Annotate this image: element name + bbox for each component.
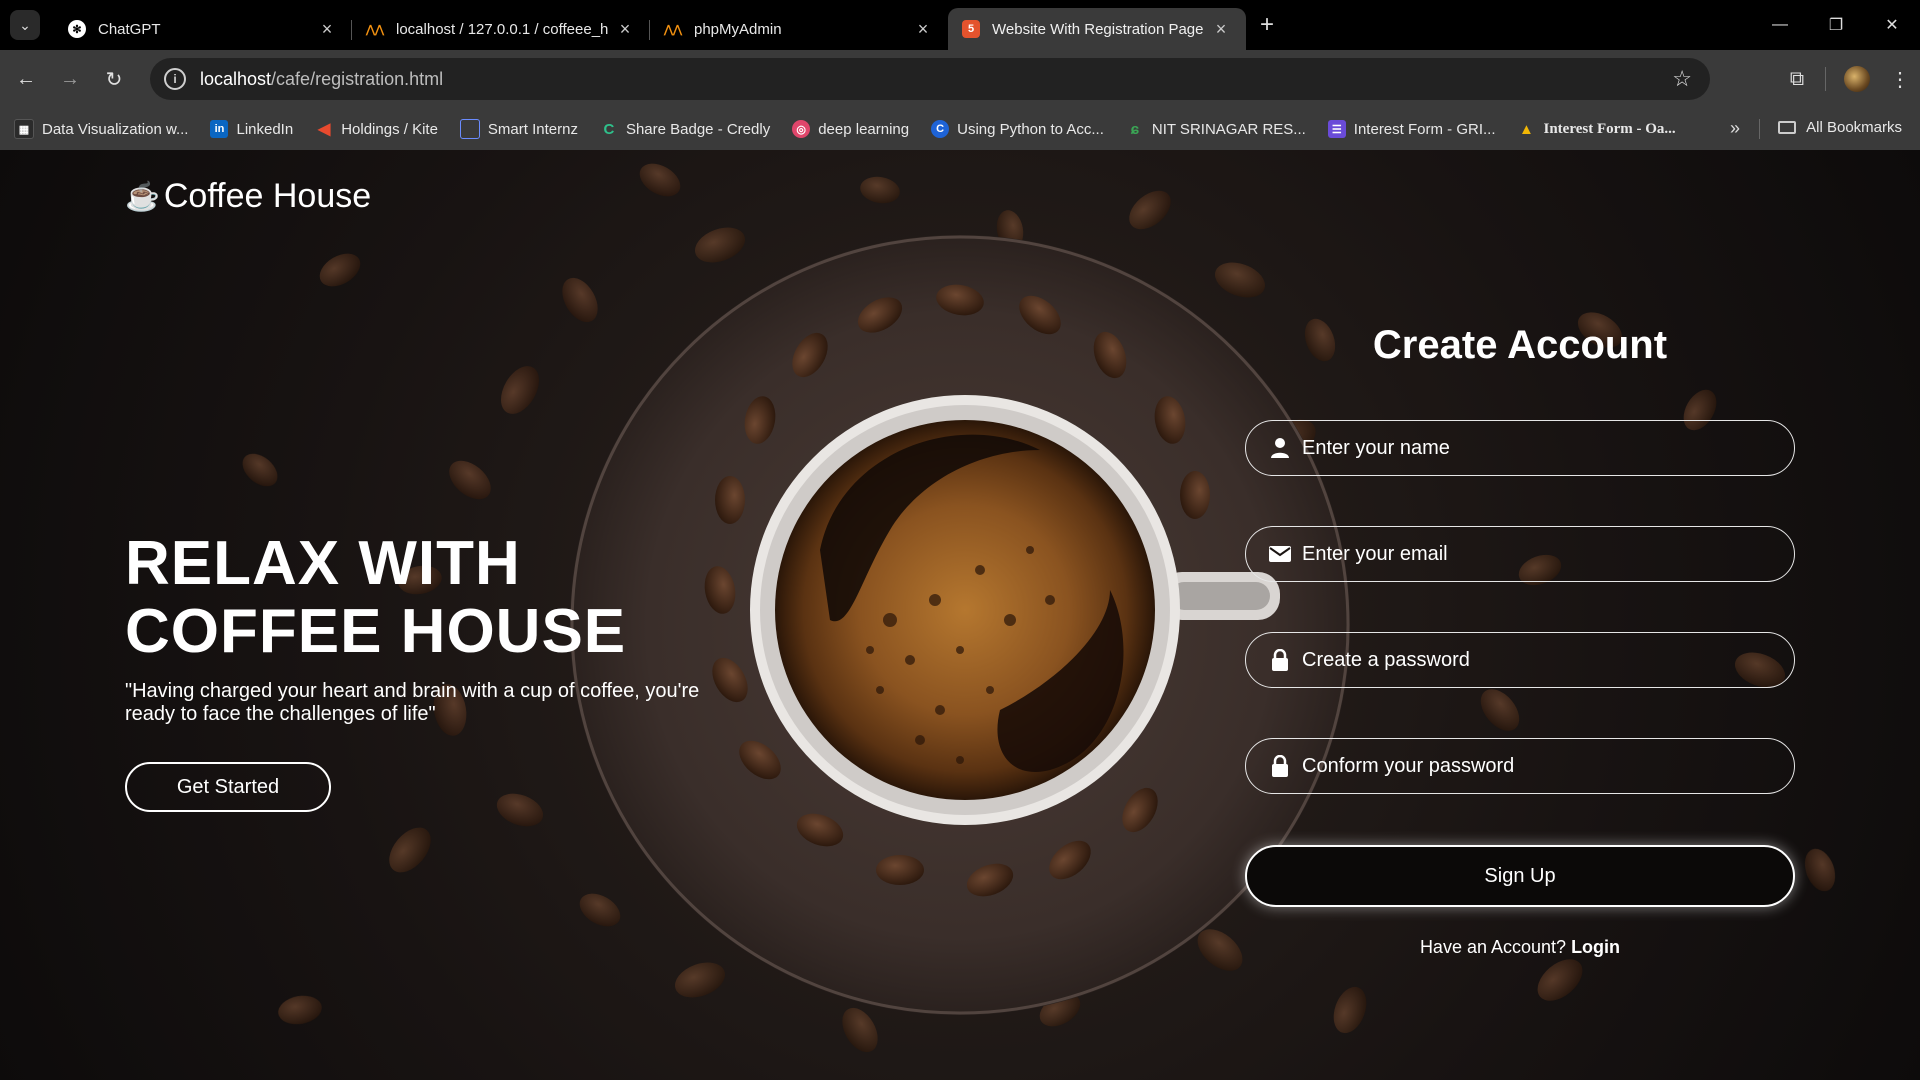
- browser-tab-bar: ⌄ ✻ ChatGPT × ⋀⋀ localhost / 127.0.0.1 /…: [0, 0, 1920, 50]
- login-prompt: Have an Account? Login: [1245, 937, 1795, 958]
- bookmark-item[interactable]: ▲ Interest Form - Oa...: [1517, 120, 1676, 138]
- login-link[interactable]: Login: [1571, 937, 1620, 957]
- close-window-icon[interactable]: ✕: [1864, 0, 1920, 50]
- bookmark-item[interactable]: Smart Internz: [459, 119, 578, 139]
- url-path: /cafe/registration.html: [271, 68, 444, 89]
- deeplearning-icon: ◎: [792, 120, 811, 138]
- profile-avatar[interactable]: [1844, 66, 1870, 92]
- password-field[interactable]: Create a password: [1245, 632, 1795, 688]
- bookmark-item[interactable]: ɕ NIT SRINAGAR RES...: [1126, 120, 1306, 138]
- form-title: Create Account: [1372, 323, 1668, 367]
- bookmark-label: Smart Internz: [487, 120, 578, 138]
- hero-heading-line: COFFEE HOUSE: [125, 597, 627, 666]
- coursera-icon: C: [931, 120, 950, 138]
- restore-icon[interactable]: ❐: [1808, 0, 1864, 50]
- menu-kebab-icon[interactable]: ⋮: [1880, 59, 1920, 99]
- site-logo[interactable]: ☕ Coffee House: [125, 177, 371, 216]
- chatgpt-icon: ✻: [68, 20, 86, 38]
- email-field[interactable]: Enter your email: [1245, 526, 1795, 582]
- hero-heading: RELAX WITH COFFEE HOUSE: [125, 530, 825, 666]
- browser-toolbar: ← → ↻ i localhost/cafe/registration.html…: [0, 50, 1920, 108]
- bookmark-icon: ▦: [14, 119, 34, 139]
- tab-search-button[interactable]: ⌄: [10, 10, 40, 40]
- minimize-icon[interactable]: —: [1752, 0, 1808, 50]
- extensions-icon[interactable]: ⧉: [1777, 59, 1817, 99]
- close-icon[interactable]: ×: [914, 19, 932, 40]
- lock-icon: [1268, 648, 1292, 672]
- window-controls: — ❐ ✕: [1752, 0, 1920, 50]
- toolbar-actions: ⧉ ⋮: [1777, 50, 1920, 108]
- close-icon[interactable]: ×: [318, 19, 336, 40]
- bookmark-label: Share Badge - Credly: [625, 120, 771, 138]
- kite-icon: ◀: [318, 121, 331, 138]
- forward-icon[interactable]: →: [52, 61, 88, 97]
- folder-icon: [1778, 121, 1797, 134]
- envelope-icon: [1268, 542, 1292, 566]
- chevron-double-right-icon[interactable]: »: [1730, 118, 1740, 139]
- bookmark-label: Holdings / Kite: [341, 120, 438, 138]
- tab-localhost-phpmyadmin[interactable]: ⋀⋀ localhost / 127.0.0.1 / coffeee_h ×: [352, 8, 650, 50]
- bookmark-item[interactable]: C Share Badge - Credly: [600, 120, 771, 138]
- bookmark-item[interactable]: ◀ Holdings / Kite: [315, 120, 438, 139]
- bookmarks-bar: ▦ Data Visualization w... in LinkedIn ◀ …: [0, 108, 1920, 150]
- logo-text: Coffee House: [163, 177, 372, 215]
- bookmark-item[interactable]: C Using Python to Acc...: [931, 120, 1104, 138]
- tab-title: ChatGPT: [98, 20, 161, 38]
- tab-title: localhost / 127.0.0.1 / coffeee_h: [396, 20, 608, 38]
- url-host: localhost: [200, 68, 272, 89]
- phpmyadmin-icon: ⋀⋀: [663, 23, 683, 36]
- phpmyadmin-icon: ⋀⋀: [365, 23, 385, 36]
- tab-chatgpt[interactable]: ✻ ChatGPT ×: [54, 8, 352, 50]
- new-tab-button[interactable]: +: [1260, 11, 1274, 39]
- bookmark-item[interactable]: in LinkedIn: [210, 120, 293, 138]
- site-info-icon[interactable]: i: [164, 68, 186, 90]
- smartinternz-icon: [459, 119, 480, 139]
- bookmark-label: Interest Form - Oa...: [1543, 120, 1676, 137]
- coffee-cup-icon: ☕: [125, 181, 160, 212]
- bookmark-label: NIT SRINAGAR RES...: [1151, 120, 1306, 138]
- bookmark-label: deep learning: [818, 120, 910, 138]
- bookmark-label: LinkedIn: [236, 120, 294, 138]
- bookmark-item[interactable]: ☰ Interest Form - GRI...: [1327, 120, 1496, 138]
- bookmark-star-icon[interactable]: ☆: [1672, 66, 1692, 92]
- user-icon: [1268, 436, 1292, 460]
- reload-icon[interactable]: ↻: [96, 61, 132, 97]
- close-icon[interactable]: ×: [616, 19, 634, 40]
- password-placeholder: Create a password: [1302, 648, 1470, 671]
- name-field[interactable]: Enter your name: [1245, 420, 1795, 476]
- nit-icon: ɕ: [1130, 120, 1140, 138]
- confirm-password-placeholder: Conform your password: [1302, 754, 1515, 777]
- bookmark-label: Using Python to Acc...: [957, 120, 1104, 138]
- hero-heading-line: RELAX WITH: [125, 529, 521, 598]
- tab-phpmyadmin[interactable]: ⋀⋀ phpMyAdmin ×: [650, 8, 948, 50]
- confirm-password-field[interactable]: Conform your password: [1245, 738, 1795, 794]
- all-bookmarks-label: All Bookmarks: [1806, 119, 1902, 136]
- bookmark-item[interactable]: ◎ deep learning: [792, 120, 909, 138]
- form-icon: ☰: [1327, 120, 1346, 138]
- close-icon[interactable]: ×: [1212, 19, 1230, 40]
- all-bookmarks-button[interactable]: All Bookmarks: [1778, 119, 1902, 136]
- name-placeholder: Enter your name: [1302, 436, 1450, 459]
- credly-icon: C: [603, 120, 615, 138]
- email-placeholder: Enter your email: [1302, 542, 1448, 565]
- back-icon[interactable]: ←: [8, 61, 44, 97]
- address-bar[interactable]: i localhost/cafe/registration.html ☆: [150, 58, 1710, 100]
- tab-title: Website With Registration Page: [992, 20, 1204, 38]
- bookmark-label: Data Visualization w...: [42, 120, 189, 138]
- tab-registration-page[interactable]: 5 Website With Registration Page ×: [948, 8, 1246, 50]
- bookmark-label: Interest Form - GRI...: [1353, 120, 1496, 138]
- tab-title: phpMyAdmin: [694, 20, 782, 38]
- linkedin-icon: in: [210, 120, 229, 138]
- bookmark-item[interactable]: ▦ Data Visualization w...: [14, 119, 188, 139]
- have-account-text: Have an Account?: [1419, 937, 1567, 957]
- lock-icon: [1268, 754, 1292, 778]
- drive-icon: ▲: [1519, 120, 1534, 138]
- html5-icon: 5: [962, 20, 980, 38]
- hero-quote: "Having charged your heart and brain wit…: [125, 680, 700, 725]
- sign-up-button[interactable]: Sign Up: [1245, 845, 1795, 907]
- web-page: ☕ Coffee House RELAX WITH COFFEE HOUSE "…: [0, 150, 1920, 1080]
- get-started-button[interactable]: Get Started: [125, 762, 331, 812]
